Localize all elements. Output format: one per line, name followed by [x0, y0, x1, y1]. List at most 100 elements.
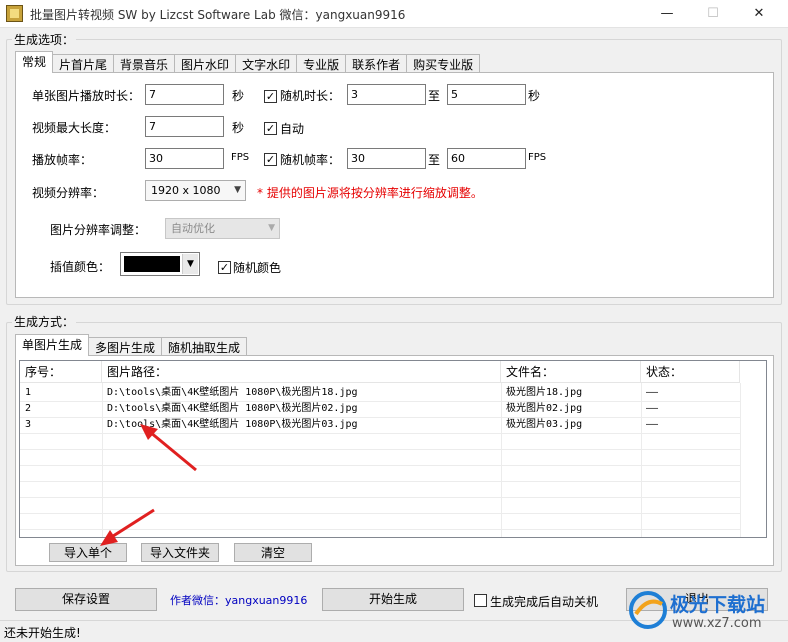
- tab-buy-pro[interactable]: 购买专业版: [406, 54, 481, 73]
- color-dropdown-button[interactable]: ▼: [182, 254, 198, 274]
- options-tabs: 常规 片首片尾 背景音乐 图片水印 文字水印 专业版 联系作者 购买专业版: [15, 51, 481, 73]
- row-status: ——: [646, 403, 659, 414]
- save-settings-button[interactable]: 保存设置: [15, 588, 157, 611]
- title-bar: 批量图片转视频 SW by Lizcst Software Lab 微信：yan…: [0, 0, 788, 28]
- random-fps-checkbox[interactable]: ✓: [264, 153, 277, 166]
- column-status[interactable]: 状态：: [641, 361, 740, 383]
- random-duration-to-label: 至: [428, 89, 441, 103]
- resolution-hint: * 提供的图片源将按分辨率进行缩放调整。: [257, 186, 483, 200]
- tab-text-watermark[interactable]: 文字水印: [235, 54, 298, 73]
- row-index: 1: [25, 387, 32, 398]
- status-text: 还未开始生成!: [4, 626, 81, 640]
- auto-shutdown-checkbox[interactable]: [474, 594, 487, 607]
- row-gridline: [20, 465, 740, 466]
- app-icon: [6, 5, 23, 22]
- row-filename: 极光图片03.jpg: [506, 419, 583, 430]
- column-filename[interactable]: 文件名：: [501, 361, 641, 383]
- single-duration-input[interactable]: 7: [145, 84, 224, 105]
- row-status: ——: [646, 419, 659, 430]
- fill-color-label: 插值颜色：: [50, 260, 111, 274]
- random-duration-checkbox[interactable]: ✓: [264, 90, 277, 103]
- mode-group-label: 生成方式：: [12, 313, 77, 330]
- random-fps-to-label: 至: [428, 153, 441, 167]
- fill-color-picker[interactable]: ▼: [120, 252, 200, 276]
- fill-color-swatch: [124, 256, 180, 272]
- author-wechat-text: 作者微信：yangxuan9916: [170, 594, 308, 607]
- tab-single-image[interactable]: 单图片生成: [15, 334, 90, 356]
- tab-pro[interactable]: 专业版: [296, 54, 347, 73]
- row-gridline: [20, 481, 740, 482]
- row-filename: 极光图片18.jpg: [506, 387, 583, 398]
- fps-input[interactable]: 30: [145, 148, 224, 169]
- random-fps-from-input[interactable]: 30: [347, 148, 426, 169]
- mode-tabs: 单图片生成 多图片生成 随机抽取生成: [15, 334, 248, 356]
- random-duration-unit: 秒: [528, 89, 541, 103]
- random-duration-label: 随机时长：: [280, 89, 341, 103]
- watermark-logo-icon: [629, 591, 667, 629]
- max-length-unit: 秒: [232, 121, 245, 135]
- row-path: D:\tools\桌面\4K壁纸图片 1080P\极光图片03.jpg: [107, 419, 358, 430]
- tab-general[interactable]: 常规: [15, 51, 54, 73]
- single-duration-label: 单张图片播放时长：: [32, 89, 141, 103]
- row-gridline: [20, 497, 740, 498]
- column-path[interactable]: 图片路径：: [102, 361, 501, 383]
- row-gridline: [20, 529, 740, 530]
- clear-button[interactable]: 清空: [234, 543, 312, 562]
- column-index[interactable]: 序号：: [20, 361, 102, 383]
- row-path: D:\tools\桌面\4K壁纸图片 1080P\极光图片18.jpg: [107, 387, 358, 398]
- single-duration-unit: 秒: [232, 89, 245, 103]
- start-button[interactable]: 开始生成: [322, 588, 464, 611]
- resolution-label: 视频分辨率：: [32, 186, 105, 200]
- column-divider: [740, 383, 741, 537]
- image-list[interactable]: 序号： 图片路径： 文件名： 状态： 1 D:\tools\桌面\4K壁纸图片 …: [19, 360, 767, 538]
- fps-unit: FPS: [231, 152, 250, 163]
- random-fps-label: 随机帧率：: [280, 153, 341, 167]
- max-length-input[interactable]: 7: [145, 116, 224, 137]
- row-gridline: [20, 513, 740, 514]
- image-resize-label: 图片分辨率调整：: [50, 223, 147, 237]
- max-length-label: 视频最大长度：: [32, 121, 117, 135]
- resolution-select-value: 1920 x 1080: [151, 184, 221, 197]
- table-row[interactable]: 3 D:\tools\桌面\4K壁纸图片 1080P\极光图片03.jpg 极光…: [20, 417, 740, 433]
- table-row[interactable]: 1 D:\tools\桌面\4K壁纸图片 1080P\极光图片18.jpg 极光…: [20, 385, 740, 401]
- maximize-button[interactable]: ☐: [690, 0, 736, 28]
- row-filename: 极光图片02.jpg: [506, 403, 583, 414]
- auto-checkbox[interactable]: ✓: [264, 122, 277, 135]
- chevron-down-icon: ▼: [268, 223, 275, 233]
- table-row[interactable]: 2 D:\tools\桌面\4K壁纸图片 1080P\极光图片02.jpg 极光…: [20, 401, 740, 417]
- random-duration-from-input[interactable]: 3: [347, 84, 426, 105]
- tab-random-pick[interactable]: 随机抽取生成: [161, 337, 248, 356]
- random-color-checkbox[interactable]: ✓: [218, 261, 231, 274]
- row-gridline: [20, 401, 740, 402]
- random-color-label: 随机颜色: [233, 261, 282, 275]
- chevron-down-icon: ▼: [234, 185, 241, 195]
- tab-contact[interactable]: 联系作者: [345, 54, 408, 73]
- random-duration-to-input[interactable]: 5: [447, 84, 526, 105]
- auto-shutdown-label: 生成完成后自动关机: [490, 595, 599, 609]
- row-gridline: [20, 449, 740, 450]
- tab-bg-music[interactable]: 背景音乐: [113, 54, 176, 73]
- close-button[interactable]: ✕: [736, 0, 782, 28]
- row-index: 2: [25, 403, 32, 414]
- image-resize-select-value: 自动优化: [171, 222, 215, 235]
- fps-label: 播放帧率：: [32, 153, 93, 167]
- tab-image-watermark[interactable]: 图片水印: [174, 54, 237, 73]
- site-watermark: 极光下载站 www.xz7.com: [628, 588, 784, 640]
- options-group-label: 生成选项：: [12, 31, 77, 48]
- tab-intro-outro[interactable]: 片首片尾: [52, 54, 115, 73]
- import-single-button[interactable]: 导入单个: [49, 543, 127, 562]
- row-path: D:\tools\桌面\4K壁纸图片 1080P\极光图片02.jpg: [107, 403, 358, 414]
- tab-multi-image[interactable]: 多图片生成: [88, 337, 163, 356]
- row-status: ——: [646, 387, 659, 398]
- window-title: 批量图片转视频 SW by Lizcst Software Lab 微信：yan…: [30, 8, 406, 22]
- minimize-button[interactable]: —: [644, 0, 690, 28]
- import-folder-button[interactable]: 导入文件夹: [141, 543, 219, 562]
- image-resize-select[interactable]: 自动优化 ▼: [165, 218, 280, 239]
- row-gridline: [20, 417, 740, 418]
- row-gridline: [20, 433, 740, 434]
- resolution-select[interactable]: 1920 x 1080 ▼: [145, 180, 246, 201]
- image-list-header: 序号： 图片路径： 文件名： 状态：: [20, 361, 740, 383]
- watermark-site-name: 极光下载站: [670, 594, 766, 616]
- watermark-site-url: www.xz7.com: [672, 616, 762, 631]
- random-fps-to-input[interactable]: 60: [447, 148, 526, 169]
